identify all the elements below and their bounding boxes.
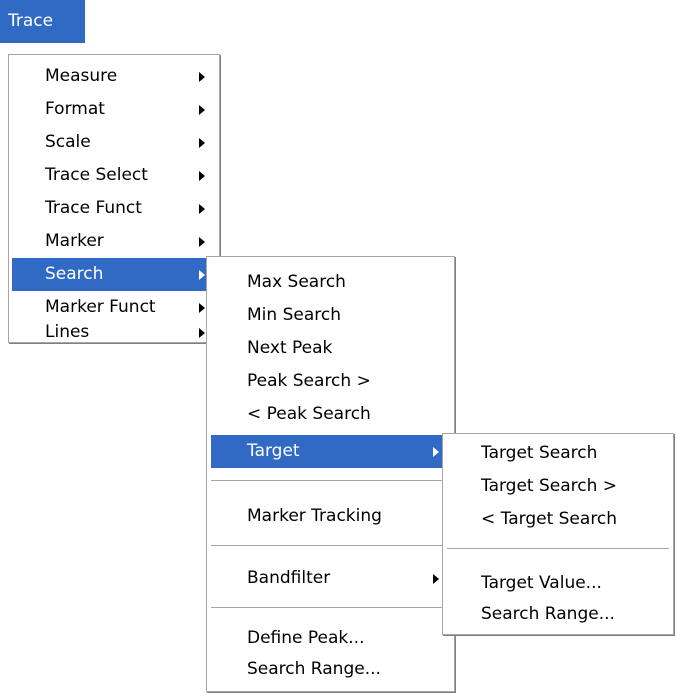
menu-separator bbox=[211, 480, 450, 482]
menu-item-marker[interactable]: Marker bbox=[12, 225, 213, 258]
menu-item-label: Format bbox=[45, 99, 105, 119]
menu-item-label: Min Search bbox=[247, 305, 341, 325]
menu-item-search-range[interactable]: Search Range... bbox=[211, 653, 450, 686]
menu-item-label: Search Range... bbox=[481, 604, 615, 624]
submenu-arrow-icon bbox=[199, 72, 205, 82]
menu-item-trace-funct[interactable]: Trace Funct bbox=[12, 192, 213, 225]
menu-item-define-peak[interactable]: Define Peak... bbox=[211, 622, 450, 655]
menu-item-label: Target Search > bbox=[481, 476, 618, 496]
search-submenu: Max Search Min Search Next Peak Peak Sea… bbox=[206, 256, 455, 692]
submenu-arrow-icon bbox=[199, 105, 205, 115]
menu-item-target-search-right[interactable]: Target Search > bbox=[447, 470, 669, 503]
menu-item-next-peak[interactable]: Next Peak bbox=[211, 332, 450, 365]
menu-separator bbox=[211, 545, 450, 547]
menu-item-label: Search bbox=[45, 264, 104, 284]
menu-item-target-search-left[interactable]: < Target Search bbox=[447, 503, 669, 536]
menu-item-scale[interactable]: Scale bbox=[12, 126, 213, 159]
target-submenu: Target Search Target Search > < Target S… bbox=[442, 433, 674, 635]
submenu-arrow-icon bbox=[199, 303, 205, 313]
menu-item-label: < Target Search bbox=[481, 509, 618, 529]
menu-separator bbox=[447, 548, 669, 550]
menu-item-measure[interactable]: Measure bbox=[12, 60, 213, 93]
menu-item-label: Trace Funct bbox=[45, 198, 142, 218]
menu-item-label: Next Peak bbox=[247, 338, 333, 358]
menu-item-min-search[interactable]: Min Search bbox=[211, 299, 450, 332]
trace-menu: Measure Format Scale Trace Select Trace … bbox=[8, 54, 220, 343]
menu-item-marker-tracking[interactable]: Marker Tracking bbox=[211, 500, 450, 533]
menu-item-format[interactable]: Format bbox=[12, 93, 213, 126]
menu-item-peak-search-right[interactable]: Peak Search > bbox=[211, 365, 450, 398]
submenu-arrow-icon bbox=[199, 204, 205, 214]
menu-item-label: Scale bbox=[45, 132, 91, 152]
menu-item-marker-funct[interactable]: Marker Funct bbox=[12, 291, 213, 324]
menu-item-lines[interactable]: Lines bbox=[12, 322, 213, 342]
menu-item-bandfilter[interactable]: Bandfilter bbox=[211, 562, 450, 595]
menu-item-label: Search Range... bbox=[247, 659, 381, 679]
submenu-arrow-icon bbox=[433, 574, 439, 584]
menu-item-peak-search-left[interactable]: < Peak Search bbox=[211, 398, 450, 431]
menu-item-trace-select[interactable]: Trace Select bbox=[12, 159, 213, 192]
submenu-arrow-icon bbox=[199, 237, 205, 247]
menu-item-label: Marker bbox=[45, 231, 104, 251]
submenu-arrow-icon bbox=[433, 447, 439, 457]
submenu-arrow-icon bbox=[199, 138, 205, 148]
menu-item-label: < Peak Search bbox=[247, 404, 371, 424]
menu-item-target-search[interactable]: Target Search bbox=[447, 437, 669, 470]
menu-item-label: Marker Tracking bbox=[247, 506, 382, 526]
menu-item-search[interactable]: Search bbox=[12, 258, 213, 291]
menu-item-max-search[interactable]: Max Search bbox=[211, 266, 450, 299]
menu-item-target[interactable]: Target bbox=[211, 435, 450, 468]
menu-separator bbox=[211, 607, 450, 609]
submenu-arrow-icon bbox=[199, 328, 205, 338]
menu-item-label: Target Value... bbox=[481, 573, 602, 593]
menu-item-label: Bandfilter bbox=[247, 568, 331, 588]
menu-item-label: Target bbox=[247, 441, 300, 461]
submenu-arrow-icon bbox=[199, 171, 205, 181]
menu-trace[interactable]: Trace bbox=[0, 0, 85, 43]
menu-item-label: Define Peak... bbox=[247, 628, 365, 648]
menu-item-target-search-range[interactable]: Search Range... bbox=[447, 598, 669, 631]
submenu-arrow-icon bbox=[199, 270, 205, 280]
menu-item-label: Max Search bbox=[247, 272, 346, 292]
menu-item-label: Measure bbox=[45, 66, 118, 86]
menu-item-target-value[interactable]: Target Value... bbox=[447, 567, 669, 600]
menu-item-label: Target Search bbox=[481, 443, 598, 463]
menu-item-label: Lines bbox=[45, 322, 90, 342]
menu-item-label: Peak Search > bbox=[247, 371, 371, 391]
application-window: Trace Measure Format Scale Trace Select … bbox=[0, 0, 676, 694]
menu-item-label: Trace Select bbox=[45, 165, 148, 185]
